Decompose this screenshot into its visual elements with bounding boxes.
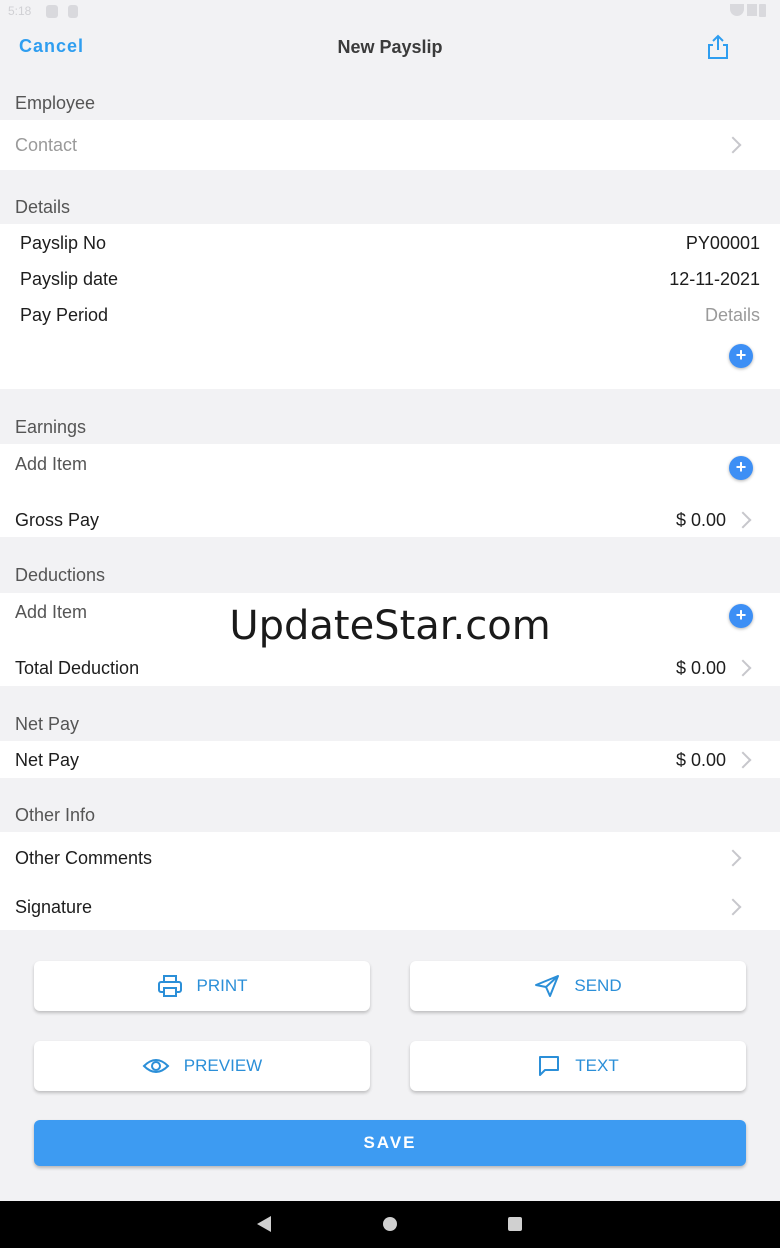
print-button[interactable]: PRINT: [34, 961, 370, 1011]
watermark-text: UpdateStar.com: [229, 603, 551, 649]
earnings-section-header: Earnings: [15, 417, 87, 437]
payslip-no-value[interactable]: PY00001: [686, 233, 760, 254]
back-icon[interactable]: [257, 1216, 271, 1232]
add-detail-button[interactable]: +: [729, 344, 753, 368]
other-info-section-header: Other Info: [15, 805, 96, 825]
message-icon: [537, 1054, 561, 1078]
chevron-right-icon: [734, 751, 752, 769]
send-icon: [534, 974, 560, 998]
preview-label: PREVIEW: [183, 1056, 263, 1075]
total-deduction-label: Total Deduction: [15, 658, 140, 678]
battery-icon: [759, 4, 766, 17]
contact-row[interactable]: Contact: [0, 120, 780, 170]
total-deduction-value: $ 0.00: [675, 658, 726, 678]
plus-icon: +: [735, 345, 747, 365]
contact-placeholder: Contact: [15, 135, 78, 155]
other-info-card: Other Comments Signature: [0, 832, 780, 930]
printer-icon: [157, 974, 183, 998]
details-card: Payslip No PY00001 Payslip date 12-11-20…: [0, 224, 780, 389]
employee-section-header: Employee: [15, 93, 96, 113]
text-button[interactable]: TEXT: [410, 1041, 746, 1091]
pay-period-value[interactable]: Details: [705, 305, 760, 326]
other-comments-label: Other Comments: [15, 848, 153, 868]
earnings-add-item[interactable]: Add Item: [15, 454, 87, 475]
chevron-right-icon: [724, 136, 742, 154]
page-title: New Payslip: [337, 37, 443, 57]
gross-pay-label: Gross Pay: [15, 510, 100, 530]
net-pay-label: Net Pay: [15, 750, 80, 770]
send-button[interactable]: SEND: [410, 961, 746, 1011]
signature-label: Signature: [15, 897, 93, 917]
wifi-icon: [730, 4, 744, 16]
chevron-right-icon: [724, 898, 742, 916]
signal-icon: [747, 4, 757, 16]
signature-row[interactable]: Signature: [0, 882, 780, 930]
text-label: TEXT: [575, 1056, 619, 1075]
print-label: PRINT: [196, 976, 248, 995]
gross-pay-row[interactable]: Gross Pay $ 0.00: [0, 500, 780, 537]
home-icon[interactable]: [383, 1217, 397, 1231]
plus-icon: +: [735, 457, 747, 477]
eye-icon: [142, 1056, 170, 1076]
net-pay-row[interactable]: Net Pay $ 0.00: [0, 741, 780, 778]
net-pay-section-header: Net Pay: [15, 714, 80, 734]
other-comments-row[interactable]: Other Comments: [0, 832, 780, 882]
status-bar: [0, 0, 780, 24]
payslip-no-label: Payslip No: [20, 233, 107, 253]
notification-icon: [46, 5, 58, 18]
chevron-right-icon: [724, 849, 742, 867]
preview-button[interactable]: PREVIEW: [34, 1041, 370, 1091]
details-section-header: Details: [15, 197, 71, 217]
pay-period-label: Pay Period: [20, 305, 109, 325]
payslip-date-label: Payslip date: [20, 269, 119, 289]
status-time: 5:18: [8, 4, 32, 18]
recent-apps-icon[interactable]: [508, 1217, 522, 1231]
gross-pay-value: $ 0.00: [675, 510, 726, 530]
add-earning-button[interactable]: +: [729, 456, 753, 480]
chevron-right-icon: [734, 511, 752, 529]
total-deduction-row[interactable]: Total Deduction $ 0.00: [0, 649, 780, 686]
sim-icon: [68, 5, 78, 18]
chevron-right-icon: [734, 659, 752, 677]
deductions-section-header: Deductions: [15, 565, 106, 585]
net-pay-value: $ 0.00: [675, 750, 726, 770]
status-indicators: [730, 4, 766, 18]
save-button[interactable]: SAVE: [34, 1120, 746, 1166]
send-label: SEND: [574, 976, 622, 995]
payslip-date-value[interactable]: 12-11-2021: [669, 269, 760, 290]
share-icon[interactable]: [705, 33, 731, 61]
earnings-card: Add Item + Gross Pay $ 0.00: [0, 444, 780, 537]
